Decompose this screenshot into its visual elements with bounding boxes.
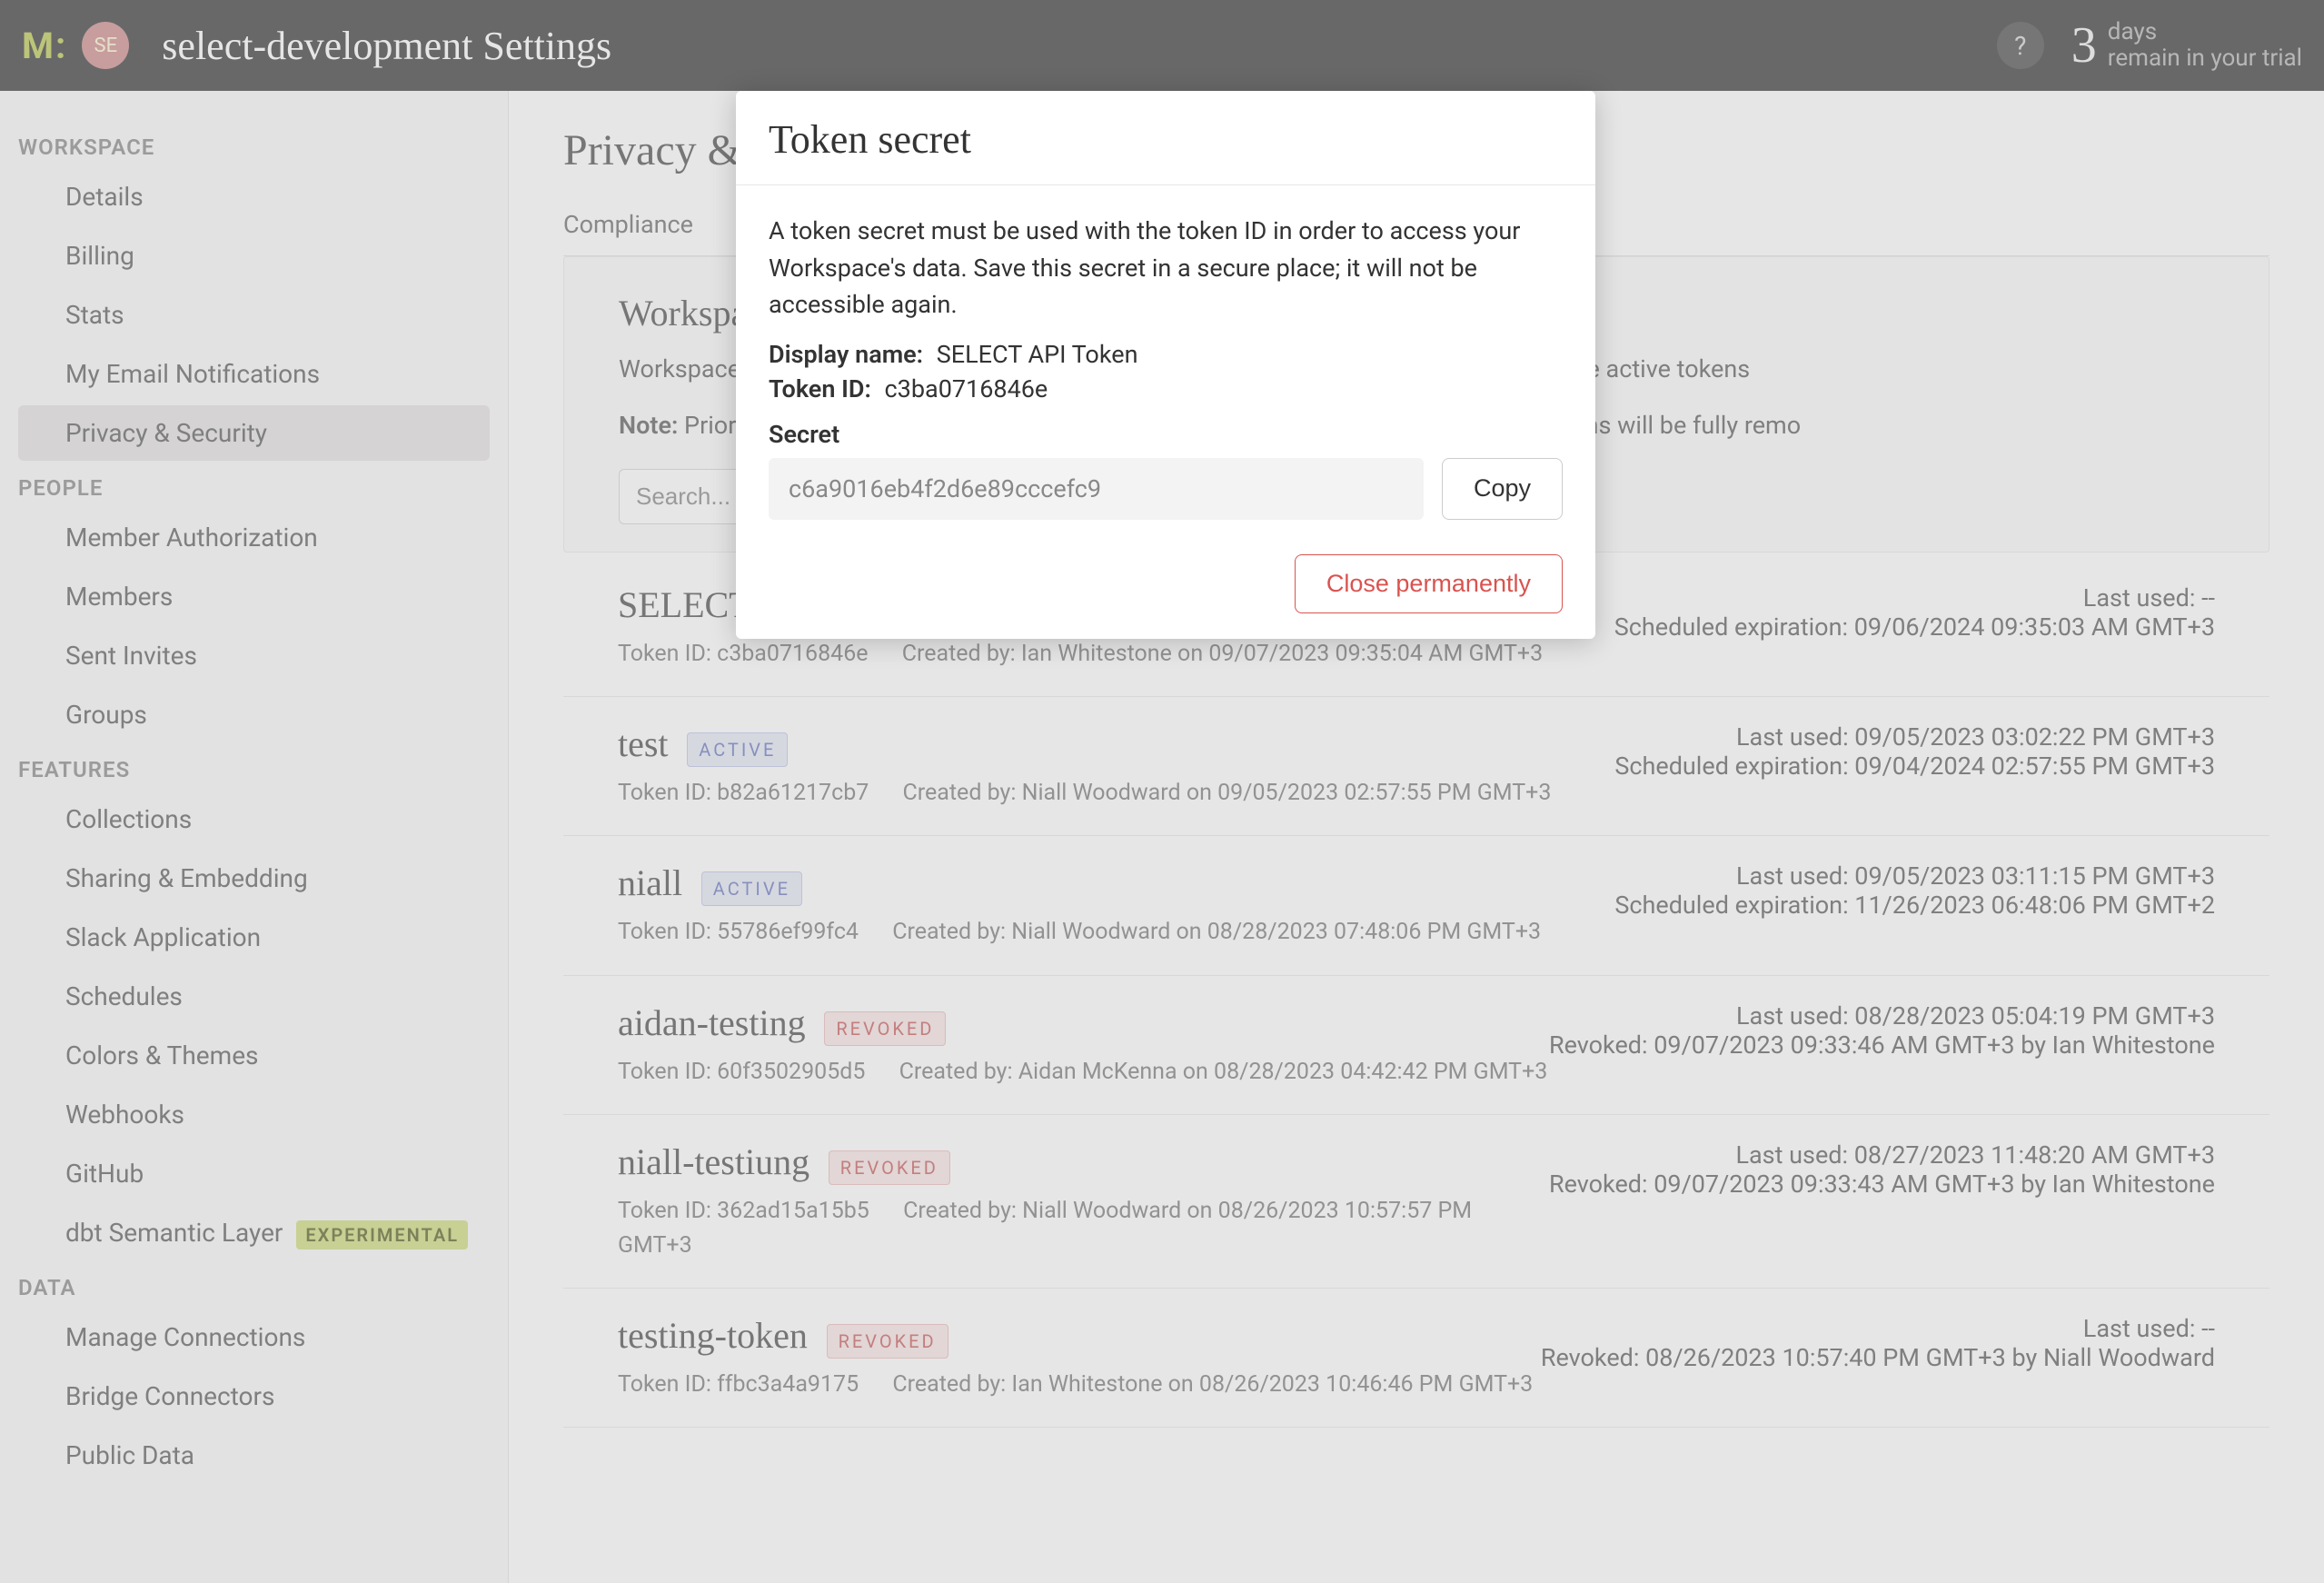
token-id-label: Token ID: xyxy=(769,374,871,403)
close-permanently-button[interactable]: Close permanently xyxy=(1295,554,1563,613)
modal-footer: Close permanently xyxy=(736,540,1595,639)
copy-button[interactable]: Copy xyxy=(1442,458,1563,520)
token-id-value: c3ba0716846e xyxy=(885,374,1048,403)
modal-body: A token secret must be used with the tok… xyxy=(736,185,1595,540)
secret-label: Secret xyxy=(769,420,1563,449)
modal-title: Token secret xyxy=(769,116,1563,163)
token-id-row: Token ID: c3ba0716846e xyxy=(769,374,1563,403)
display-name-row: Display name: SELECT API Token xyxy=(769,340,1563,369)
display-name-value: SELECT API Token xyxy=(937,340,1138,369)
modal-header: Token secret xyxy=(736,91,1595,185)
token-secret-modal: Token secret A token secret must be used… xyxy=(736,91,1595,639)
secret-field[interactable]: c6a9016eb4f2d6e89cccefc9 xyxy=(769,458,1424,520)
modal-description: A token secret must be used with the tok… xyxy=(769,213,1563,324)
display-name-label: Display name: xyxy=(769,340,923,369)
